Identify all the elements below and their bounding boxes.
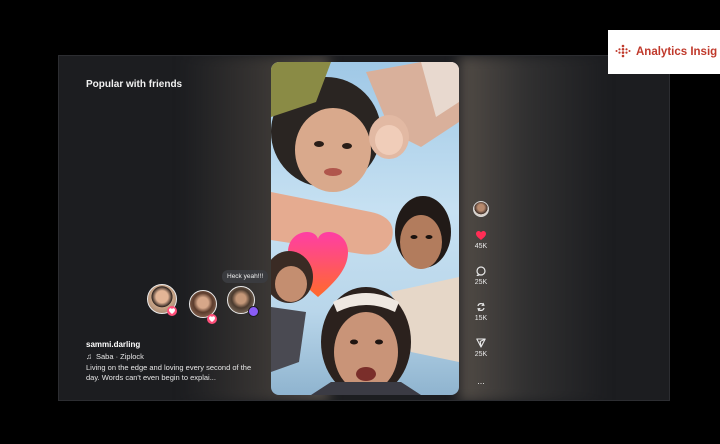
like-button[interactable]: 45K [469, 231, 493, 250]
creator-avatar[interactable] [473, 201, 489, 217]
more-options-button[interactable]: ... [469, 373, 493, 386]
comment-count: 25K [474, 279, 488, 286]
music-note-icon: ♫ [86, 352, 92, 361]
more-icon: ... [477, 376, 485, 386]
heart-icon [207, 314, 217, 324]
share-count: 25K [474, 351, 488, 358]
brand-name: Analytics Insig [636, 46, 718, 58]
video-player[interactable] [271, 62, 459, 395]
comment-button[interactable]: 25K [469, 266, 493, 286]
post-caption: Living on the edge and loving every seco… [86, 363, 252, 382]
repost-count: 15K [474, 315, 488, 322]
like-count: 45K [474, 243, 488, 250]
video-frame-illustration [271, 62, 459, 395]
heart-icon [476, 231, 486, 240]
music-info[interactable]: ♫ Saba · Ziplock [86, 352, 144, 361]
share-button[interactable]: 25K [469, 338, 493, 358]
repost-button[interactable]: 15K [469, 302, 493, 322]
brand-logo-icon [615, 44, 631, 58]
heart-icon [167, 306, 177, 316]
send-icon [476, 338, 486, 348]
reply-icon [248, 306, 259, 317]
section-title: Popular with friends [86, 79, 183, 90]
tv-screen: Popular with friends 45K 25K 15K 25K ...… [58, 55, 670, 401]
brand-watermark: Analytics Insig [608, 30, 720, 74]
music-title: Saba · Ziplock [96, 352, 144, 361]
repost-icon [477, 302, 485, 312]
friend-comment-bubble: Heck yeah!!! [222, 270, 269, 283]
comment-icon [476, 266, 486, 276]
creator-username[interactable]: sammi.darling [86, 340, 140, 349]
